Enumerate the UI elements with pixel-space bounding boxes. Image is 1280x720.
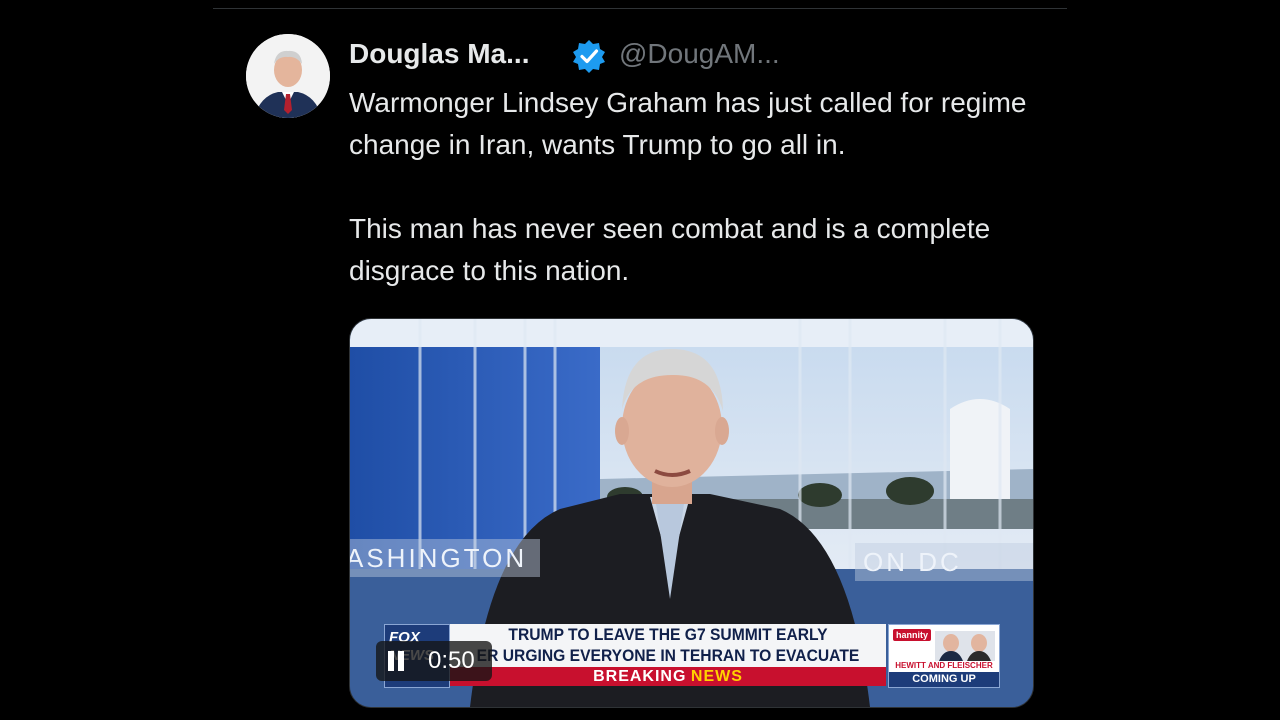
author-handle[interactable]: @DougAM...: [619, 38, 780, 70]
location-text-left: ASHINGTON: [349, 543, 528, 573]
verified-badge-icon[interactable]: [571, 38, 607, 74]
video-player[interactable]: ASHINGTON ON DC FOX NEWS TRUMP TO LEAVE …: [349, 318, 1034, 708]
tweet-text: Warmonger Lindsey Graham has just called…: [349, 82, 1049, 292]
video-timestamp: 0:50: [428, 647, 475, 674]
breaking-label: BREAKING: [593, 668, 687, 685]
coming-up-names: HEWITT AND FLEISCHER: [895, 661, 993, 670]
chyron-line-2: ER URGING EVERYONE IN TEHRAN TO EVACUATE: [476, 646, 860, 665]
top-divider: [213, 8, 1067, 9]
news-chyron: TRUMP TO LEAVE THE G7 SUMMIT EARLY ER UR…: [450, 624, 886, 686]
chyron-line-1: TRUMP TO LEAVE THE G7 SUMMIT EARLY: [508, 625, 828, 644]
location-text-right: ON DC: [863, 547, 962, 577]
chyron-headline: TRUMP TO LEAVE THE G7 SUMMIT EARLY ER UR…: [450, 624, 886, 667]
news-label: NEWS: [690, 668, 743, 685]
coming-up-label: COMING UP: [889, 672, 999, 687]
author-name[interactable]: Douglas Ma...: [349, 38, 529, 70]
avatar-image: [246, 34, 330, 118]
tweet-text-paragraph-2: This man has never seen combat and is a …: [349, 213, 991, 286]
video-controls: 0:50: [376, 641, 492, 681]
coming-up-guests-image: [935, 631, 995, 661]
location-banner-right: ON DC: [855, 543, 1033, 581]
pause-icon[interactable]: [386, 651, 406, 671]
breaking-news-bar: BREAKING NEWS: [450, 667, 886, 686]
tweet-text-paragraph-1: Warmonger Lindsey Graham has just called…: [349, 87, 1027, 160]
location-banner-left: ASHINGTON: [350, 539, 540, 577]
author-avatar[interactable]: [246, 34, 330, 118]
coming-up-show-name: hannity: [893, 629, 932, 641]
coming-up-box: hannity HEWITT AND FLEISCHER COMING UP: [888, 624, 1000, 688]
